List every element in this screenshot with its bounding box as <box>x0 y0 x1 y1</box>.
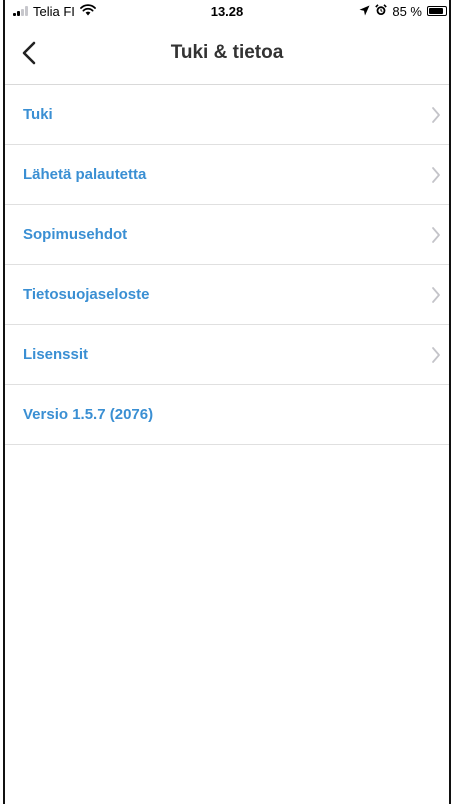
alarm-icon <box>375 3 388 19</box>
list-item-label: Tietosuojaseloste <box>23 286 150 303</box>
battery-percent: 85 % <box>392 3 422 19</box>
page-title: Tuki & tietoa <box>170 42 284 63</box>
status-time: 13.28 <box>210 3 244 19</box>
list-item-label: Tuki <box>23 106 53 123</box>
battery-icon <box>427 6 447 16</box>
navigation-bar: Tuki & tietoa <box>5 22 449 85</box>
status-bar: Telia FI 13.28 85 % <box>5 0 449 22</box>
version-label: Versio 1.5.7 (2076) <box>23 406 154 423</box>
battery-fill <box>429 8 443 14</box>
status-right: 85 % <box>359 4 447 19</box>
back-button[interactable] <box>15 36 43 70</box>
chevron-right-icon <box>429 105 443 125</box>
phone-screen: Telia FI 13.28 85 % Tuki & tietoa Tuki L… <box>3 0 451 804</box>
list-item-label: Lisenssit <box>23 346 89 363</box>
list-item-laheta-palautetta[interactable]: Lähetä palautetta <box>5 145 449 205</box>
version-row: Versio 1.5.7 (2076) <box>5 385 449 445</box>
settings-list: Tuki Lähetä palautetta Sopimusehdot Tiet… <box>5 85 449 445</box>
status-left: Telia FI <box>13 4 96 19</box>
chevron-left-icon <box>22 41 36 65</box>
chevron-right-icon <box>429 285 443 305</box>
chevron-right-icon <box>429 345 443 365</box>
chevron-right-icon <box>429 165 443 185</box>
list-item-tietosuojaseloste[interactable]: Tietosuojaseloste <box>5 265 449 325</box>
list-item-label: Lähetä palautetta <box>23 166 147 183</box>
list-item-lisenssit[interactable]: Lisenssit <box>5 325 449 385</box>
wifi-icon <box>80 3 96 19</box>
list-item-label: Sopimusehdot <box>23 226 128 243</box>
chevron-right-icon <box>429 225 443 245</box>
signal-bars-icon <box>13 6 28 16</box>
carrier-label: Telia FI <box>33 3 75 19</box>
location-arrow-icon <box>359 4 370 19</box>
list-item-tuki[interactable]: Tuki <box>5 85 449 145</box>
list-item-sopimusehdot[interactable]: Sopimusehdot <box>5 205 449 265</box>
